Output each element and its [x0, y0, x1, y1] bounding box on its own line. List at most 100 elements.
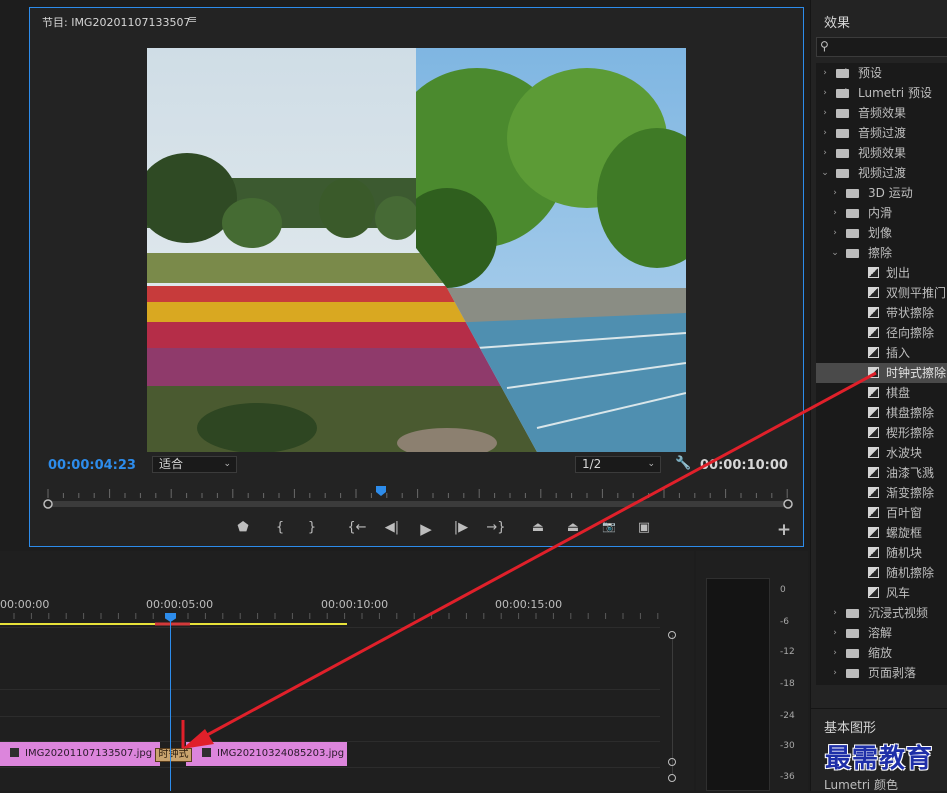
effects-item[interactable]: › 页面剥落 [816, 663, 947, 683]
scroll-handle-bottom[interactable] [668, 758, 676, 766]
effects-item[interactable]: 棋盘 [816, 383, 947, 403]
effects-item[interactable]: › 预设 [816, 63, 947, 83]
effects-item[interactable]: 径向擦除 [816, 323, 947, 343]
program-monitor-title[interactable]: 节目: IMG20201107133507 [42, 14, 190, 30]
effects-item[interactable]: 风车 [816, 583, 947, 603]
chevron-right-icon[interactable]: › [830, 663, 840, 683]
effects-item[interactable]: 棋盘擦除 [816, 403, 947, 423]
mark-in-icon[interactable]: { [270, 520, 290, 535]
chevron-right-icon[interactable]: › [830, 623, 840, 643]
lift-icon[interactable]: ⏏ [528, 520, 548, 535]
scroll-handle[interactable] [668, 774, 676, 782]
effects-item[interactable]: 双侧平推门 [816, 283, 947, 303]
effects-item-label: 螺旋框 [886, 526, 923, 540]
transition-effect-icon [868, 427, 879, 438]
fit-dropdown[interactable]: 适合 ⌄ [152, 456, 237, 473]
effects-item-label: 内滑 [868, 206, 893, 220]
hamburger-menu-icon[interactable]: ≡ [188, 13, 197, 26]
ruler-label: 00:00:05:00 [146, 598, 214, 611]
effects-panel-title: 效果 [824, 16, 851, 31]
chevron-right-icon[interactable]: › [820, 143, 830, 163]
transition-effect-icon [868, 407, 879, 418]
effects-item[interactable]: 水波块 [816, 443, 947, 463]
resolution-dropdown-value: 1/2 [582, 457, 602, 471]
effects-item-label: 径向擦除 [886, 326, 935, 340]
chevron-right-icon[interactable]: › [820, 63, 830, 83]
timeline-clip-1[interactable]: IMG20201107133507.jpg [0, 742, 160, 766]
effects-item[interactable]: 油漆飞溅 [816, 463, 947, 483]
folder-icon [846, 249, 859, 258]
folder-icon [836, 169, 849, 178]
extract-icon[interactable]: ⏏ [563, 520, 583, 535]
chevron-right-icon[interactable]: › [820, 103, 830, 123]
effects-item-label: 沉浸式视频 [868, 606, 929, 620]
button-editor-icon[interactable]: + [774, 520, 794, 540]
effects-item-label: 缩放 [868, 646, 893, 660]
effects-item[interactable]: 螺旋框 [816, 523, 947, 543]
step-back-icon[interactable]: ◀| [382, 520, 402, 535]
effects-item-label: 棋盘 [886, 386, 911, 400]
go-to-in-icon[interactable]: {← [347, 520, 367, 535]
effects-item[interactable]: › 沉浸式视频 [816, 603, 947, 623]
chevron-right-icon[interactable]: › [820, 83, 830, 103]
basic-graphics-panel-title[interactable]: 基本图形 [824, 717, 876, 736]
effects-item[interactable]: 随机块 [816, 543, 947, 563]
export-frame-icon[interactable]: 📷 [599, 520, 619, 533]
folder-icon [846, 209, 859, 218]
chevron-right-icon[interactable]: › [830, 643, 840, 663]
effects-item[interactable]: › 视频效果 [816, 143, 947, 163]
current-timecode[interactable]: 00:00:04:23 [48, 458, 136, 473]
resolution-dropdown[interactable]: 1/2 ⌄ [575, 456, 661, 473]
effects-item[interactable]: 时钟式擦除 [816, 363, 947, 383]
effects-item[interactable]: 楔形擦除 [816, 423, 947, 443]
add-marker-icon[interactable]: ⬟ [233, 520, 253, 535]
play-icon[interactable]: ▶ [416, 520, 436, 538]
wrench-icon[interactable]: 🔧 [675, 456, 691, 471]
image-clip-icon [202, 747, 211, 757]
chevron-right-icon[interactable]: › [830, 223, 840, 243]
timeline-scrollbar-track[interactable] [672, 635, 673, 775]
effects-item[interactable]: 百叶窗 [816, 503, 947, 523]
transition-clock-wipe[interactable]: 时钟式 [155, 748, 192, 762]
chevron-right-icon[interactable]: › [830, 603, 840, 623]
effects-item[interactable]: 带状擦除 [816, 303, 947, 323]
transition-effect-icon [868, 567, 879, 578]
effects-item[interactable]: ⌄ 擦除 [816, 243, 947, 263]
effects-item[interactable]: › 音频过渡 [816, 123, 947, 143]
chevron-down-icon[interactable]: ⌄ [830, 243, 840, 263]
timeline-ruler[interactable] [0, 611, 670, 627]
folder-icon [846, 649, 859, 658]
monitor-time-ruler[interactable] [40, 484, 796, 514]
effects-item-label: 带状擦除 [886, 306, 935, 320]
effects-item[interactable]: › 内滑 [816, 203, 947, 223]
transition-effect-icon [868, 487, 879, 498]
preset-folder-icon [836, 63, 850, 83]
chevron-right-icon[interactable]: › [830, 183, 840, 203]
effects-item[interactable]: 插入 [816, 343, 947, 363]
effects-search-input[interactable]: ⚲ [816, 37, 947, 57]
step-forward-icon[interactable]: |▶ [451, 520, 471, 535]
lumetri-color-panel-title[interactable]: Lumetri 颜色 [824, 776, 898, 793]
effects-item[interactable]: › 缩放 [816, 643, 947, 663]
chevron-down-icon[interactable]: ⌄ [820, 163, 830, 183]
effects-item[interactable]: › Lumetri 预设 [816, 83, 947, 103]
chevron-right-icon[interactable]: › [820, 123, 830, 143]
effects-item[interactable]: 渐变擦除 [816, 483, 947, 503]
effects-item[interactable]: 随机擦除 [816, 563, 947, 583]
timeline-clip-2[interactable]: IMG20210324085203.jpg [186, 742, 347, 766]
effects-item-label: 风车 [886, 586, 911, 600]
folder-icon [836, 109, 849, 118]
effects-item[interactable]: › 划像 [816, 223, 947, 243]
scroll-handle-top[interactable] [668, 631, 676, 639]
go-to-out-icon[interactable]: →} [486, 520, 506, 535]
track-divider [0, 627, 660, 628]
comparison-view-icon[interactable]: ▣ [634, 520, 654, 535]
video-frame-image [147, 48, 686, 452]
effects-item[interactable]: ⌄ 视频过渡 [816, 163, 947, 183]
mark-out-icon[interactable]: } [302, 520, 322, 535]
effects-item[interactable]: › 音频效果 [816, 103, 947, 123]
effects-item[interactable]: › 3D 运动 [816, 183, 947, 203]
effects-item[interactable]: 划出 [816, 263, 947, 283]
effects-item[interactable]: › 溶解 [816, 623, 947, 643]
chevron-right-icon[interactable]: › [830, 203, 840, 223]
